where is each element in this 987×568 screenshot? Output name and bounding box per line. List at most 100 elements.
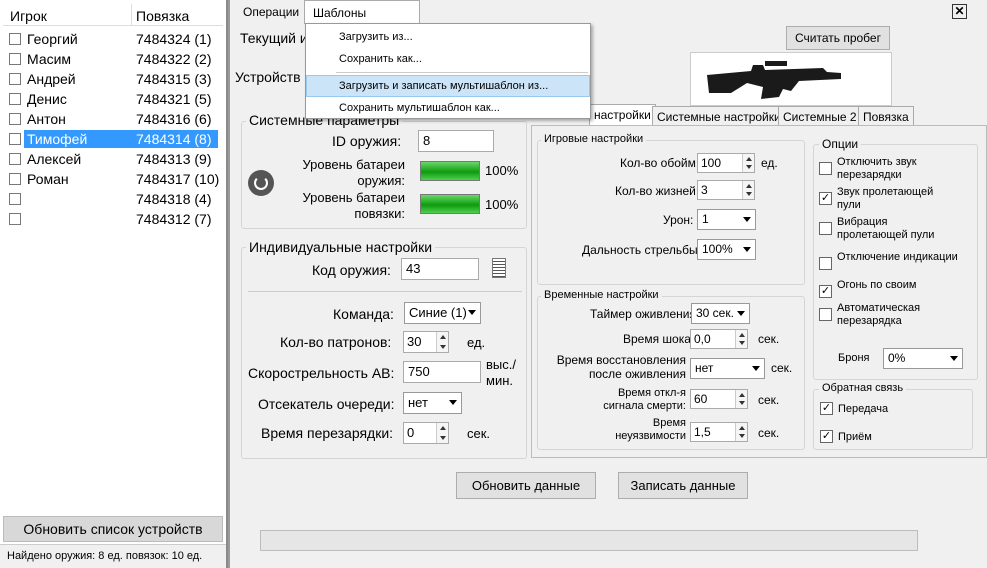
clips-value: 100 (701, 156, 722, 170)
team-select[interactable]: Синие (1) (404, 302, 481, 324)
player-row[interactable]: Денис 7484321 (5) (3, 89, 223, 109)
fire-rate-unit-1: выс./ (486, 357, 516, 372)
options-title: Опции (819, 137, 862, 151)
tab-band[interactable]: Повязка (858, 106, 914, 126)
lives-stepper[interactable]: 3 (697, 180, 755, 200)
invulnerability-label-2: неуязвимости (615, 430, 686, 442)
ammo-stepper[interactable]: 30 (403, 331, 449, 353)
range-select[interactable]: 100% (697, 239, 756, 260)
menu-item-load-write-multitemplate[interactable]: Загрузить и записать мультишаблон из... (306, 75, 590, 97)
option-checkbox[interactable]: ✓ (819, 192, 832, 205)
menu-item-load-from[interactable]: Загрузить из... (306, 26, 590, 48)
option-checkbox[interactable] (819, 257, 832, 270)
option-label: Автоматическая (837, 302, 921, 314)
lives-value: 3 (701, 183, 708, 197)
individual-settings-title: Индивидуальные настройки (246, 239, 436, 255)
shock-time-stepper[interactable]: 0,0 (690, 329, 748, 349)
update-data-button[interactable]: Обновить данные (456, 472, 596, 499)
option-label-line-2: пролетающей пули (837, 229, 935, 241)
option-label: Отключить звук (837, 156, 917, 168)
player-checkbox[interactable] (9, 93, 21, 105)
ammo-value: 30 (407, 334, 422, 349)
player-band: 7484317 (10) (136, 171, 220, 187)
clips-stepper[interactable]: 100 (697, 153, 755, 173)
weapon-id-label: ID оружия: (332, 133, 402, 149)
option-label-line-2: перезарядка (837, 315, 902, 327)
player-name: Андрей (27, 71, 76, 87)
shock-time-label: Время шока (623, 332, 691, 346)
player-row[interactable]: Алексей 7484313 (9) (3, 149, 223, 169)
receive-checkbox[interactable]: ✓ (820, 430, 833, 443)
list-icon[interactable] (492, 258, 506, 278)
player-checkbox[interactable] (9, 213, 21, 225)
player-checkbox[interactable] (9, 153, 21, 165)
player-checkbox[interactable] (9, 173, 21, 185)
menu-item-save-multitemplate[interactable]: Сохранить мультишаблон как... (306, 97, 590, 119)
close-icon[interactable]: ✕ (952, 4, 967, 19)
option-label: Звук пролетающей (837, 186, 934, 198)
fire-rate-label: Скорострельность АВ: (248, 365, 395, 381)
death-signal-label-2: сигнала смерти: (603, 400, 686, 412)
option-checkbox[interactable] (819, 222, 832, 235)
menu-operations[interactable]: Операции (243, 5, 299, 19)
option-label: Огонь по своим (837, 279, 917, 291)
reload-time-stepper[interactable]: 0 (403, 422, 449, 444)
revive-timer-select[interactable]: 30 сек. (691, 303, 750, 324)
player-list-panel: Игрок Повязка Георгий 7484324 (1) Масим 748… (0, 0, 228, 568)
feedback-title: Обратная связь (819, 382, 907, 394)
armor-select[interactable]: 0% (883, 348, 963, 369)
shock-time-value: 0,0 (694, 332, 711, 346)
player-checkbox[interactable] (9, 53, 21, 65)
player-band: 7484312 (7) (136, 211, 212, 227)
player-row[interactable]: Масим 7484322 (2) (3, 49, 223, 69)
player-row[interactable]: Андрей 7484315 (3) (3, 69, 223, 89)
burst-cutoff-select[interactable]: нет (403, 392, 462, 414)
player-checkbox[interactable] (9, 73, 21, 85)
refresh-devices-button[interactable]: Обновить список устройств (3, 516, 223, 542)
team-label: Команда: (333, 306, 394, 322)
weapon-code-field[interactable]: 43 (401, 258, 479, 280)
menu-templates[interactable]: Шаблоны настроек (304, 0, 420, 34)
damage-select[interactable]: 1 (697, 209, 756, 230)
player-checkbox[interactable] (9, 133, 21, 145)
option-checkbox[interactable] (819, 308, 832, 321)
weapon-id-field[interactable]: 8 (418, 130, 494, 152)
player-checkbox[interactable] (9, 113, 21, 125)
death-signal-stepper[interactable]: 60 (690, 389, 748, 409)
player-checkbox[interactable] (9, 33, 21, 45)
player-list-header: Игрок Повязка (3, 4, 223, 26)
restore-time-unit: сек. (771, 361, 793, 375)
game-settings-title: Игровые настройки (541, 133, 647, 145)
write-data-button[interactable]: Записать данные (618, 472, 748, 499)
column-header-band[interactable]: Повязка (136, 8, 189, 24)
column-header-player[interactable]: Игрок (10, 8, 47, 24)
player-name (24, 210, 30, 228)
tab-settings[interactable]: настройки (589, 104, 656, 126)
option-checkbox[interactable]: ✓ (819, 285, 832, 298)
player-row[interactable]: 7484318 (4) (3, 189, 223, 209)
templates-dropdown-menu: Загрузить из... Сохранить как... Загрузи… (305, 23, 591, 119)
menu-item-save-as[interactable]: Сохранить как... (306, 48, 590, 70)
restore-time-select[interactable]: нет (690, 358, 765, 379)
invulnerability-stepper[interactable]: 1,5 (690, 422, 748, 442)
player-row[interactable]: 7484312 (7) (3, 209, 223, 229)
option-checkbox[interactable] (819, 162, 832, 175)
reload-time-unit: сек. (467, 426, 491, 441)
player-band: 7484314 (8) (131, 130, 218, 148)
player-name: Тимофей (24, 130, 131, 148)
tab-system-settings[interactable]: Системные настройки (652, 106, 786, 126)
player-checkbox[interactable] (9, 193, 21, 205)
restore-time-label-2: после оживления (588, 367, 686, 381)
fire-rate-field[interactable]: 750 (403, 361, 481, 383)
armor-value: 0% (888, 351, 906, 365)
feedback-group (813, 389, 973, 450)
player-row[interactable]: Георгий 7484324 (1) (3, 29, 223, 49)
player-row[interactable]: Антон 7484316 (6) (3, 109, 223, 129)
player-row[interactable]: Тимофей 7484314 (8) (3, 129, 223, 149)
option-label: Вибрация (837, 216, 888, 228)
transmit-checkbox[interactable]: ✓ (820, 402, 833, 415)
player-row[interactable]: Роман 7484317 (10) (3, 169, 223, 189)
read-mileage-button[interactable]: Считать пробег (786, 26, 890, 50)
tab-system-2[interactable]: Системные 2 (778, 106, 862, 126)
refresh-icon[interactable] (248, 170, 274, 196)
